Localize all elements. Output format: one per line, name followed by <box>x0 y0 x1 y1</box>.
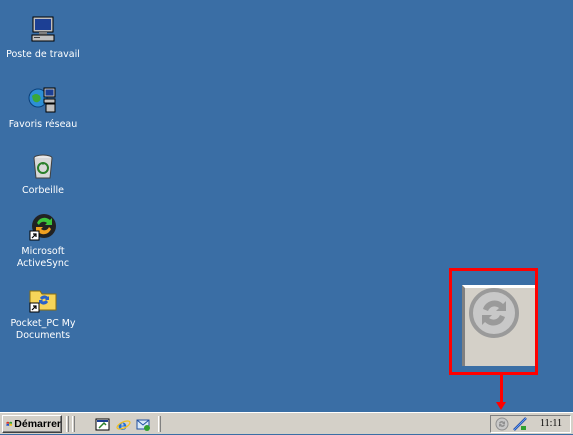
desktop-icon-label: Microsoft ActiveSync <box>16 246 70 269</box>
callout-arrow-line <box>500 375 503 403</box>
pocketpc-documents-icon <box>27 283 59 315</box>
recycle-bin-icon <box>27 150 59 182</box>
desktop-icon-label: Poste de travail <box>6 49 80 60</box>
taskbar: Démarrer e 11:11 <box>0 412 573 434</box>
desktop-icon-network-places[interactable]: Favoris réseau <box>6 84 80 131</box>
system-tray: 11:11 <box>490 415 571 433</box>
start-label: Démarrer <box>14 418 61 430</box>
desktop-icon-label: Pocket_PC My Documents <box>10 318 76 341</box>
desktop-icon-my-computer[interactable]: Poste de travail <box>6 14 80 61</box>
desktop-icon-activesync[interactable]: Microsoft ActiveSync <box>6 211 80 270</box>
my-computer-icon <box>27 14 59 46</box>
callout-arrow-head <box>496 402 506 410</box>
activesync-icon <box>27 211 59 243</box>
outlook-express-icon[interactable] <box>136 417 151 432</box>
clock[interactable]: 11:11 <box>540 418 562 429</box>
desktop-icon-recycle-bin[interactable]: Corbeille <box>6 150 80 197</box>
toolbar-separator <box>66 416 69 432</box>
desktop-icon-label: Favoris réseau <box>8 119 78 130</box>
desktop-icon-label: Corbeille <box>22 185 64 196</box>
start-button[interactable]: Démarrer <box>2 415 62 433</box>
internet-explorer-icon[interactable]: e <box>116 417 131 434</box>
network-places-icon <box>27 84 59 116</box>
tray-icon-zoom-callout <box>449 268 538 375</box>
toolbar-grip[interactable] <box>72 416 75 432</box>
connection-tray-icon[interactable] <box>513 417 527 431</box>
desktop-icon-pocketpc-documents[interactable]: Pocket_PC My Documents <box>6 283 80 342</box>
desktop: Poste de travail Favoris réseau Corbeill <box>0 0 573 412</box>
toolbar-separator <box>158 416 161 432</box>
svg-text:e: e <box>118 418 127 432</box>
show-desktop-icon[interactable] <box>95 417 110 432</box>
activesync-tray-icon[interactable] <box>495 417 509 431</box>
activesync-tray-icon-enlarged <box>469 288 519 338</box>
windows-flag-icon <box>6 421 13 427</box>
